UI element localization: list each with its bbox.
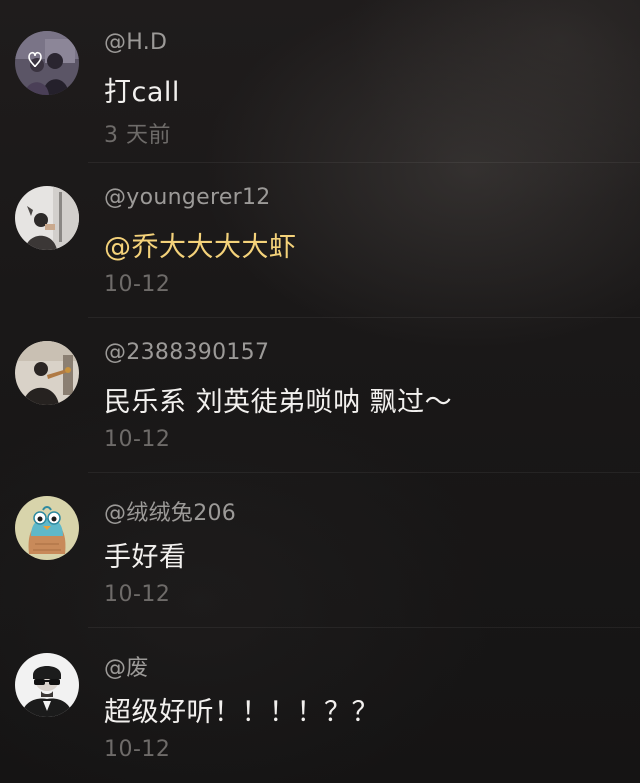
comment-time: 10-12 xyxy=(104,737,171,762)
avatar-cartoon-bird-icon[interactable] xyxy=(15,496,79,560)
avatar-person-photo-icon[interactable] xyxy=(15,186,79,250)
comment-list: @H.D 打call 3 天前 @youngerer12 @乔大大大大虾 10-… xyxy=(0,0,640,783)
comment-time: 10-12 xyxy=(104,427,171,452)
avatar-musician-photo-icon[interactable] xyxy=(15,341,79,405)
comment-item[interactable]: @youngerer12 @乔大大大大虾 10-12 xyxy=(0,155,640,318)
comment-time: 10-12 xyxy=(104,582,171,607)
comment-text: 民乐系 刘英徒弟唢呐 飘过～ xyxy=(104,387,453,418)
comment-username[interactable]: @youngerer12 xyxy=(104,185,271,210)
comment-username[interactable]: @废 xyxy=(104,650,149,682)
comment-username[interactable]: @2388390157 xyxy=(104,340,269,365)
comment-text: 手好看 xyxy=(104,542,187,573)
comment-username[interactable]: @H.D xyxy=(104,30,167,55)
comment-username[interactable]: @绒绒兔206 xyxy=(104,495,236,527)
comment-text: 超级好听！！！！？？ xyxy=(104,697,379,728)
comment-time: 3 天前 xyxy=(104,123,171,148)
comment-item[interactable]: @2388390157 民乐系 刘英徒弟唢呐 飘过～ 10-12 xyxy=(0,310,640,473)
comment-item[interactable]: @绒绒兔206 手好看 10-12 xyxy=(0,465,640,628)
comment-time: 10-12 xyxy=(104,272,171,297)
avatar-couple-photo-icon[interactable] xyxy=(15,31,79,95)
comment-item[interactable]: @废 超级好听！！！！？？ 10-12 xyxy=(0,620,640,775)
comment-mention-text[interactable]: @乔大大大大虾 xyxy=(104,225,297,264)
comment-text: 打call xyxy=(104,77,180,108)
comment-item[interactable]: @H.D 打call 3 天前 xyxy=(0,0,640,163)
avatar-sunglasses-man-icon[interactable] xyxy=(15,653,79,717)
